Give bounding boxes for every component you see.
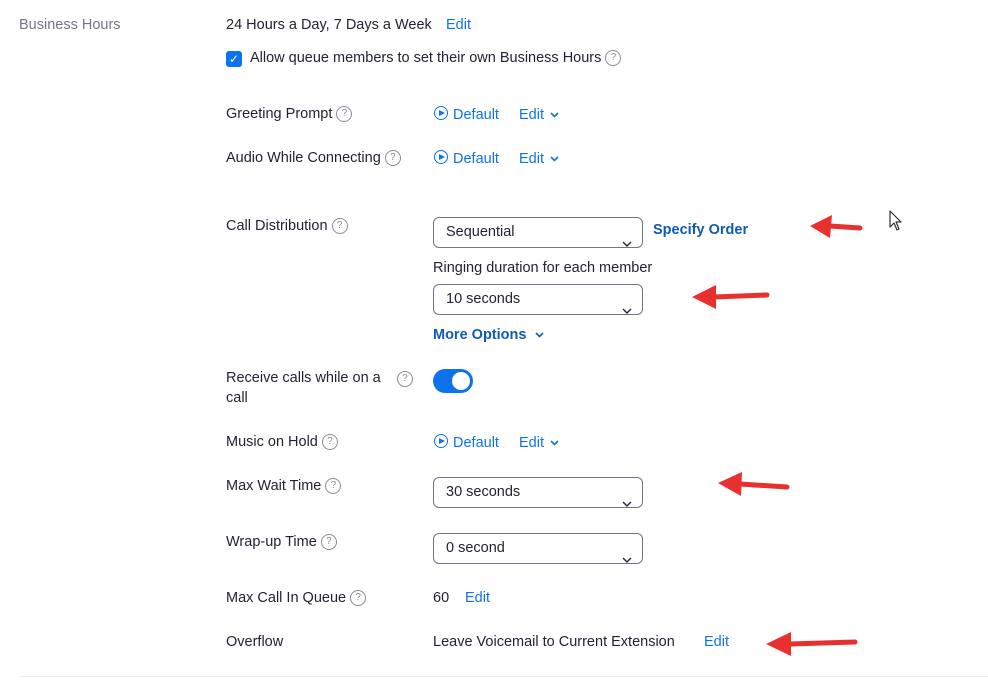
- greeting-prompt-play-default[interactable]: Default: [434, 106, 499, 123]
- help-circle-icon[interactable]: ?: [336, 106, 353, 123]
- help-circle-icon[interactable]: ?: [397, 371, 413, 387]
- help-circle-icon[interactable]: ?: [384, 150, 401, 167]
- help-circle-icon[interactable]: ?: [325, 478, 342, 495]
- audio-connecting-label: Audio While Connecting: [226, 150, 381, 166]
- call-distribution-select[interactable]: Sequential: [433, 217, 643, 248]
- help-circle-icon[interactable]: ?: [350, 590, 367, 607]
- call-distribution-value: Sequential: [446, 224, 515, 240]
- receive-calls-label-line2: call: [226, 390, 248, 406]
- audio-connecting-play-default[interactable]: Default: [434, 150, 499, 167]
- greeting-prompt-edit-label: Edit: [519, 107, 544, 123]
- max-wait-value: 30 seconds: [446, 484, 521, 500]
- max-wait-label: Max Wait Time: [226, 478, 322, 494]
- checkmark-icon: ✓: [228, 52, 240, 66]
- ringing-duration-select[interactable]: 10 seconds: [433, 284, 643, 315]
- toggle-knob: [452, 372, 470, 390]
- music-on-hold-edit-dropdown[interactable]: Edit: [519, 434, 559, 451]
- audio-connecting-edit-dropdown[interactable]: Edit: [519, 150, 559, 167]
- greeting-prompt-label: Greeting Prompt: [226, 106, 333, 122]
- wrapup-label: Wrap-up Time: [226, 534, 317, 550]
- max-call-queue-value: 60: [433, 590, 450, 606]
- max-wait-select[interactable]: 30 seconds: [433, 477, 643, 508]
- red-arrow-icon: [808, 212, 864, 242]
- play-circle-icon: [434, 150, 448, 164]
- chevron-down-icon: [535, 326, 545, 342]
- music-on-hold-row: Music on Hold?: [226, 434, 338, 451]
- ringing-duration-value: 10 seconds: [446, 291, 521, 307]
- wrapup-value: 0 second: [446, 540, 505, 556]
- receive-calls-label-line1: Receive calls while on a: [226, 370, 381, 386]
- greeting-prompt-value: Default: [453, 107, 499, 123]
- ringing-duration-label: Ringing duration for each member: [433, 260, 653, 276]
- max-call-queue-row: Max Call In Queue?: [226, 590, 367, 607]
- more-options-label: More Options: [433, 327, 527, 343]
- music-on-hold-edit-label: Edit: [519, 435, 544, 451]
- wrapup-select[interactable]: 0 second: [433, 533, 643, 564]
- help-circle-icon[interactable]: ?: [320, 534, 337, 551]
- section-divider: [19, 676, 988, 677]
- overflow-edit-link[interactable]: Edit: [704, 634, 729, 650]
- chevron-down-icon: [550, 434, 559, 450]
- audio-connecting-value: Default: [453, 151, 499, 167]
- chevron-down-icon: [550, 150, 559, 166]
- call-distribution-row: Call Distribution?: [226, 218, 348, 235]
- wrapup-row: Wrap-up Time?: [226, 534, 337, 551]
- business-hours-value: 24 Hours a Day, 7 Days a Week: [226, 17, 432, 33]
- help-circle-icon[interactable]: ?: [321, 434, 338, 451]
- business-hours-section-label: Business Hours: [19, 17, 121, 33]
- greeting-prompt-edit-dropdown[interactable]: Edit: [519, 106, 559, 123]
- receive-calls-toggle[interactable]: [433, 369, 473, 393]
- red-arrow-icon: [716, 469, 792, 501]
- more-options-dropdown[interactable]: More Options: [433, 326, 545, 343]
- red-arrow-icon: [690, 281, 772, 311]
- chevron-down-icon: [622, 545, 632, 574]
- chevron-down-icon: [550, 106, 559, 122]
- music-on-hold-value: Default: [453, 435, 499, 451]
- music-on-hold-label: Music on Hold: [226, 434, 318, 450]
- specify-order-link[interactable]: Specify Order: [653, 222, 748, 238]
- play-circle-icon: [434, 106, 448, 120]
- chevron-down-icon: [622, 229, 632, 258]
- overflow-value: Leave Voicemail to Current Extension: [433, 634, 675, 650]
- call-distribution-label: Call Distribution: [226, 218, 328, 234]
- help-circle-icon[interactable]: ?: [605, 50, 622, 67]
- allow-own-hours-label: Allow queue members to set their own Bus…: [250, 50, 602, 66]
- audio-connecting-row: Audio While Connecting?: [226, 150, 401, 167]
- greeting-prompt-row: Greeting Prompt?: [226, 106, 353, 123]
- allow-own-hours-checkbox[interactable]: ✓: [226, 51, 242, 67]
- audio-connecting-edit-label: Edit: [519, 151, 544, 167]
- chevron-down-icon: [622, 489, 632, 518]
- chevron-down-icon: [622, 296, 632, 325]
- max-call-queue-label: Max Call In Queue: [226, 590, 347, 606]
- business-hours-edit-link[interactable]: Edit: [446, 17, 471, 33]
- red-arrow-icon: [764, 628, 860, 660]
- play-circle-icon: [434, 434, 448, 448]
- max-call-queue-edit-link[interactable]: Edit: [465, 590, 490, 606]
- music-on-hold-play-default[interactable]: Default: [434, 434, 499, 451]
- allow-own-hours-row: Allow queue members to set their own Bus…: [250, 50, 622, 67]
- max-wait-row: Max Wait Time?: [226, 478, 342, 495]
- mouse-cursor-icon: [889, 210, 903, 237]
- overflow-label: Overflow: [226, 634, 284, 650]
- help-circle-icon[interactable]: ?: [331, 218, 348, 235]
